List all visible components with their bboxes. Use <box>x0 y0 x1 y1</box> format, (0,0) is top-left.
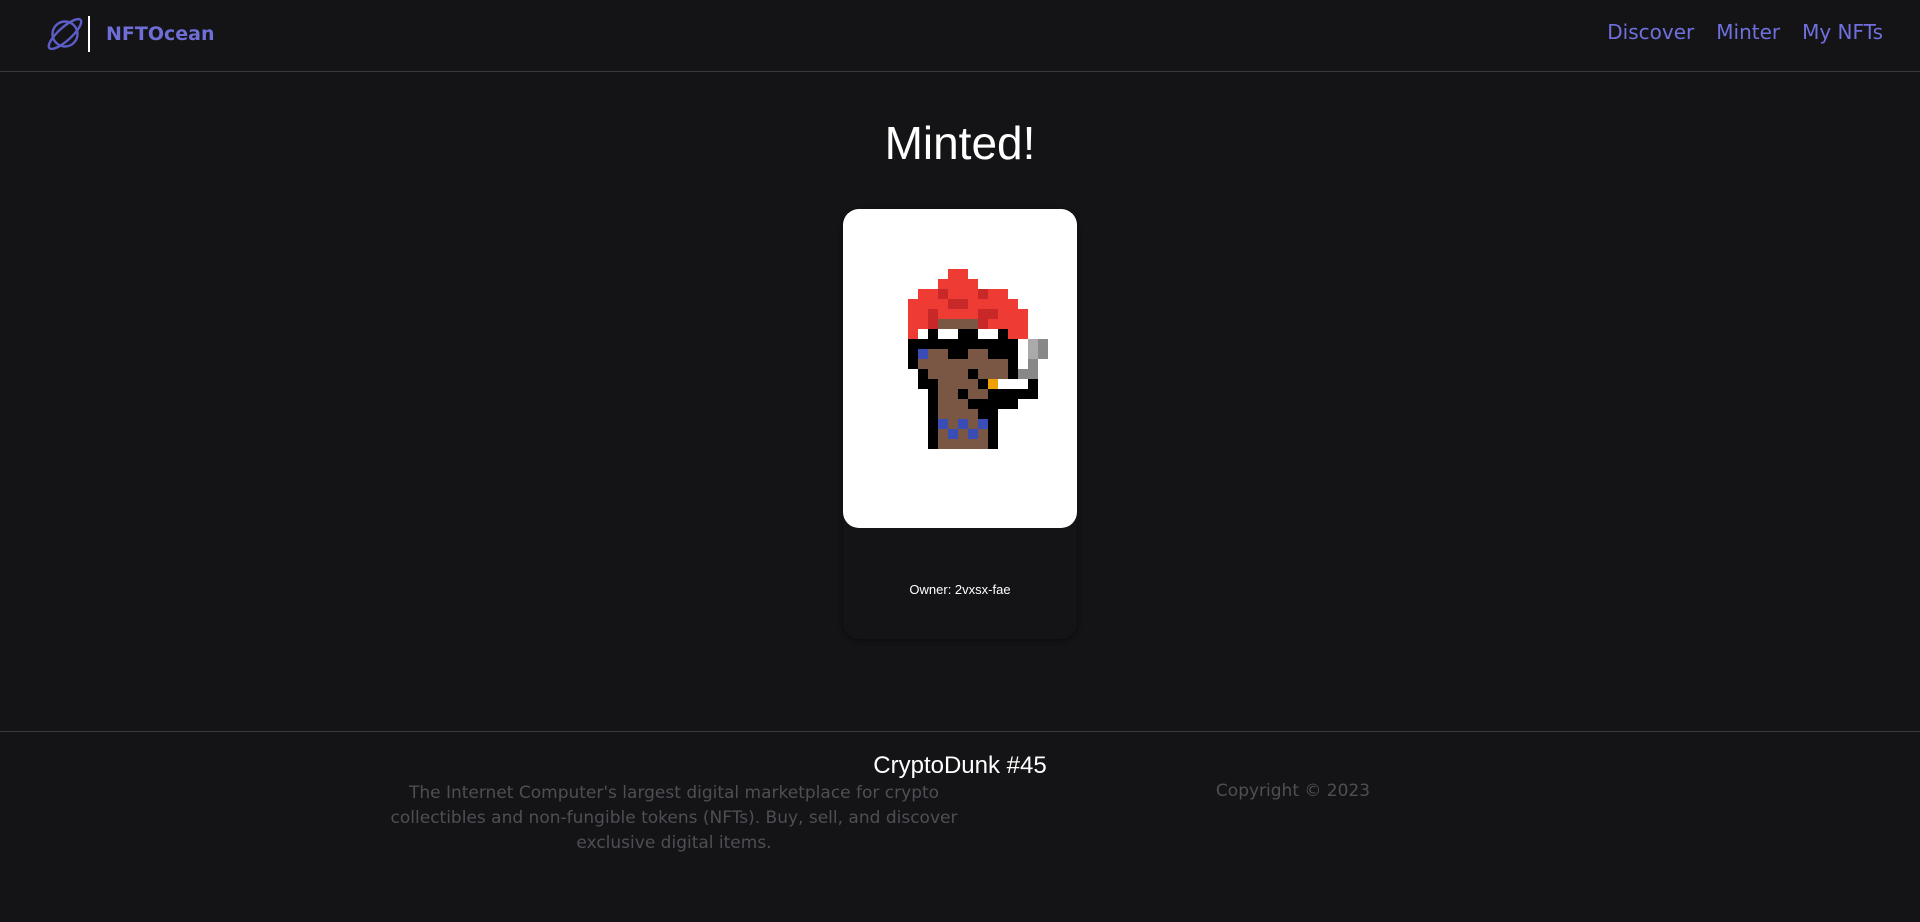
nft-image[interactable] <box>843 209 1077 528</box>
footer-copyright: Copyright © 2023 <box>1215 781 1371 801</box>
footer-description: The Internet Computer's largest digital … <box>390 783 958 853</box>
brand-name[interactable]: NFTOcean <box>106 23 215 45</box>
footer: The Internet Computer's largest digital … <box>0 731 1920 922</box>
nft-owner: Owner: 2vxsx-fae <box>909 582 1011 597</box>
nav-discover[interactable]: Discover <box>1607 20 1694 44</box>
top-nav-bar: NFTOcean Discover Minter My NFTs <box>0 0 1920 72</box>
brand-link[interactable]: NFTOcean <box>45 14 215 54</box>
main-nav: Discover Minter My NFTs <box>1607 20 1883 44</box>
nav-my-nfts[interactable]: My NFTs <box>1802 20 1883 44</box>
nft-card[interactable]: CryptoDunk #45 <box>843 209 1077 779</box>
page-title: Minted! <box>884 117 1036 169</box>
pixel-art-avatar-icon <box>908 269 1048 449</box>
nav-minter[interactable]: Minter <box>1716 20 1780 44</box>
brand-divider <box>88 16 90 52</box>
planet-icon <box>47 17 83 51</box>
